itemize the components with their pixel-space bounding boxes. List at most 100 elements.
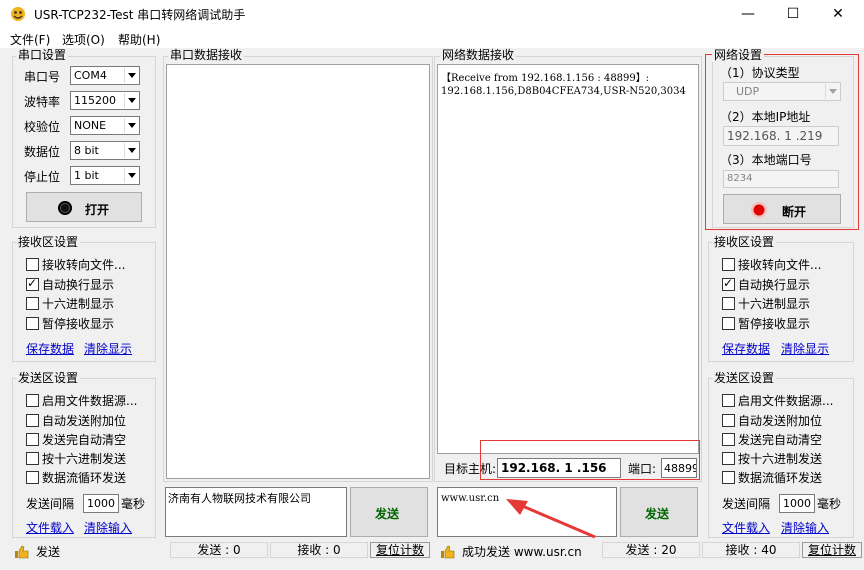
right-clear-display-link[interactable]: 清除显示 — [781, 340, 829, 357]
right-pause-label: 暂停接收显示 — [738, 317, 811, 331]
stopbits-label: 停止位 — [24, 170, 61, 184]
left-pause-checkbox[interactable] — [26, 317, 39, 330]
right-reset-count-button[interactable]: 复位计数 — [802, 542, 862, 558]
disconnect-button[interactable]: 断开 — [723, 194, 841, 224]
right-clear-input-link[interactable]: 清除输入 — [781, 519, 829, 536]
target-host-label: 目标主机: — [444, 462, 497, 476]
close-button[interactable]: ✕ — [815, 0, 861, 28]
left-hex-display-checkbox[interactable] — [26, 297, 39, 310]
left-receive-file-label: 接收转向文件... — [42, 258, 126, 272]
annotation-arrow — [506, 499, 596, 539]
chevron-down-icon — [124, 143, 138, 158]
left-pause-label: 暂停接收显示 — [42, 317, 115, 331]
left-interval-unit: 毫秒 — [121, 497, 146, 511]
right-sent-count: 发送 : 20 — [602, 542, 700, 558]
left-save-data-link[interactable]: 保存数据 — [26, 340, 74, 357]
serial-settings-title: 串口设置 — [16, 48, 69, 62]
right-loop-send-checkbox[interactable] — [722, 471, 735, 484]
serial-receive-title: 串口数据接收 — [168, 48, 245, 62]
left-file-source-checkbox[interactable] — [26, 394, 39, 407]
left-clear-input-link[interactable]: 清除输入 — [84, 519, 132, 536]
right-receive-file-checkbox[interactable] — [722, 258, 735, 271]
left-load-file-link[interactable]: 文件载入 — [26, 519, 74, 536]
left-hex-send-label: 按十六进制发送 — [42, 452, 127, 466]
protocol-label: （1）协议类型 — [720, 66, 800, 80]
left-append-bit-label: 自动发送附加位 — [42, 414, 127, 428]
window-title: USR-TCP232-Test 串口转网络调试助手 — [34, 8, 246, 22]
thumbs-up-icon — [15, 545, 29, 559]
left-reset-count-button[interactable]: 复位计数 — [370, 542, 430, 558]
right-receive-file-label: 接收转向文件... — [738, 258, 822, 272]
serial-send-button[interactable]: 发送 — [350, 487, 428, 537]
menu-help[interactable]: 帮助(H) — [118, 31, 160, 48]
right-hex-display-checkbox[interactable] — [722, 297, 735, 310]
local-port-label: （3）本地端口号 — [720, 153, 812, 167]
right-interval-unit: 毫秒 — [817, 497, 842, 511]
right-interval-input[interactable]: 1000 — [779, 494, 815, 513]
baud-select[interactable]: 115200 — [70, 91, 140, 110]
left-interval-label: 发送间隔 — [26, 497, 75, 511]
right-file-source-checkbox[interactable] — [722, 394, 735, 407]
right-hex-send-checkbox[interactable] — [722, 452, 735, 465]
minimize-button[interactable]: — — [725, 0, 771, 28]
right-auto-clear-checkbox[interactable] — [722, 433, 735, 446]
status-led-icon — [751, 202, 767, 218]
serial-receive-textarea[interactable] — [166, 64, 430, 479]
left-clear-display-link[interactable]: 清除显示 — [84, 340, 132, 357]
right-load-file-link[interactable]: 文件载入 — [722, 519, 770, 536]
target-host-input[interactable]: 192.168. 1 .156 — [497, 458, 621, 478]
local-ip-input[interactable]: 192.168. 1 .219 — [723, 126, 839, 146]
left-recv-count: 接收 : 0 — [270, 542, 368, 558]
right-receive-title: 接收区设置 — [712, 235, 777, 249]
net-settings-title: 网络设置 — [712, 48, 765, 62]
stopbits-select[interactable]: 1 bit — [70, 166, 140, 185]
parity-select[interactable]: NONE — [70, 116, 140, 135]
app-icon — [11, 7, 25, 21]
serial-send-textarea[interactable]: 济南有人物联网技术有限公司 — [165, 487, 347, 537]
chevron-down-icon — [825, 84, 839, 99]
protocol-select[interactable]: UDP — [723, 82, 841, 101]
databits-select[interactable]: 8 bit — [70, 141, 140, 160]
net-receive-textarea[interactable]: 【Receive from 192.168.1.156 : 48899】: 19… — [437, 64, 699, 454]
menu-file[interactable]: 文件(F) — [10, 31, 50, 48]
local-ip-label: （2）本地IP地址 — [720, 110, 811, 124]
left-sent-count: 发送 : 0 — [170, 542, 268, 558]
maximize-button[interactable]: ☐ — [770, 0, 816, 28]
baud-label: 波特率 — [24, 95, 61, 109]
right-loop-send-label: 数据流循环发送 — [738, 471, 823, 485]
right-status-text: 成功发送 www.usr.cn — [462, 545, 582, 559]
left-hex-send-checkbox[interactable] — [26, 452, 39, 465]
right-interval-label: 发送间隔 — [722, 497, 771, 511]
left-autowrap-checkbox[interactable] — [26, 276, 39, 291]
status-led-icon — [58, 201, 72, 215]
parity-label: 校验位 — [24, 120, 61, 134]
right-save-data-link[interactable]: 保存数据 — [722, 340, 770, 357]
target-port-input[interactable]: 48899 — [661, 458, 697, 478]
port-label: 串口号 — [24, 70, 61, 84]
right-autowrap-label: 自动换行显示 — [738, 278, 811, 292]
chevron-down-icon — [124, 68, 138, 83]
open-port-button[interactable]: 打开 — [26, 192, 142, 222]
port-select[interactable]: COM4 — [70, 66, 140, 85]
net-receive-line-1: 【Receive from 192.168.1.156 : 48899】: — [441, 73, 650, 84]
right-pause-checkbox[interactable] — [722, 317, 735, 330]
net-send-button[interactable]: 发送 — [620, 487, 698, 537]
left-auto-clear-checkbox[interactable] — [26, 433, 39, 446]
left-loop-send-label: 数据流循环发送 — [42, 471, 127, 485]
local-port-input[interactable]: 8234 — [723, 170, 839, 188]
right-append-bit-label: 自动发送附加位 — [738, 414, 823, 428]
right-auto-clear-label: 发送完自动清空 — [738, 433, 823, 447]
left-interval-input[interactable]: 1000 — [83, 494, 119, 513]
right-append-bit-checkbox[interactable] — [722, 414, 735, 427]
right-file-source-label: 启用文件数据源... — [738, 394, 834, 408]
menu-options[interactable]: 选项(O) — [62, 31, 105, 48]
left-receive-file-checkbox[interactable] — [26, 258, 39, 271]
net-receive-title: 网络数据接收 — [440, 48, 517, 62]
right-autowrap-checkbox[interactable] — [722, 276, 735, 291]
thumbs-up-icon — [441, 545, 455, 559]
disconnect-label: 断开 — [782, 205, 807, 219]
left-loop-send-checkbox[interactable] — [26, 471, 39, 484]
left-append-bit-checkbox[interactable] — [26, 414, 39, 427]
right-hex-display-label: 十六进制显示 — [738, 297, 811, 311]
chevron-down-icon — [124, 118, 138, 133]
